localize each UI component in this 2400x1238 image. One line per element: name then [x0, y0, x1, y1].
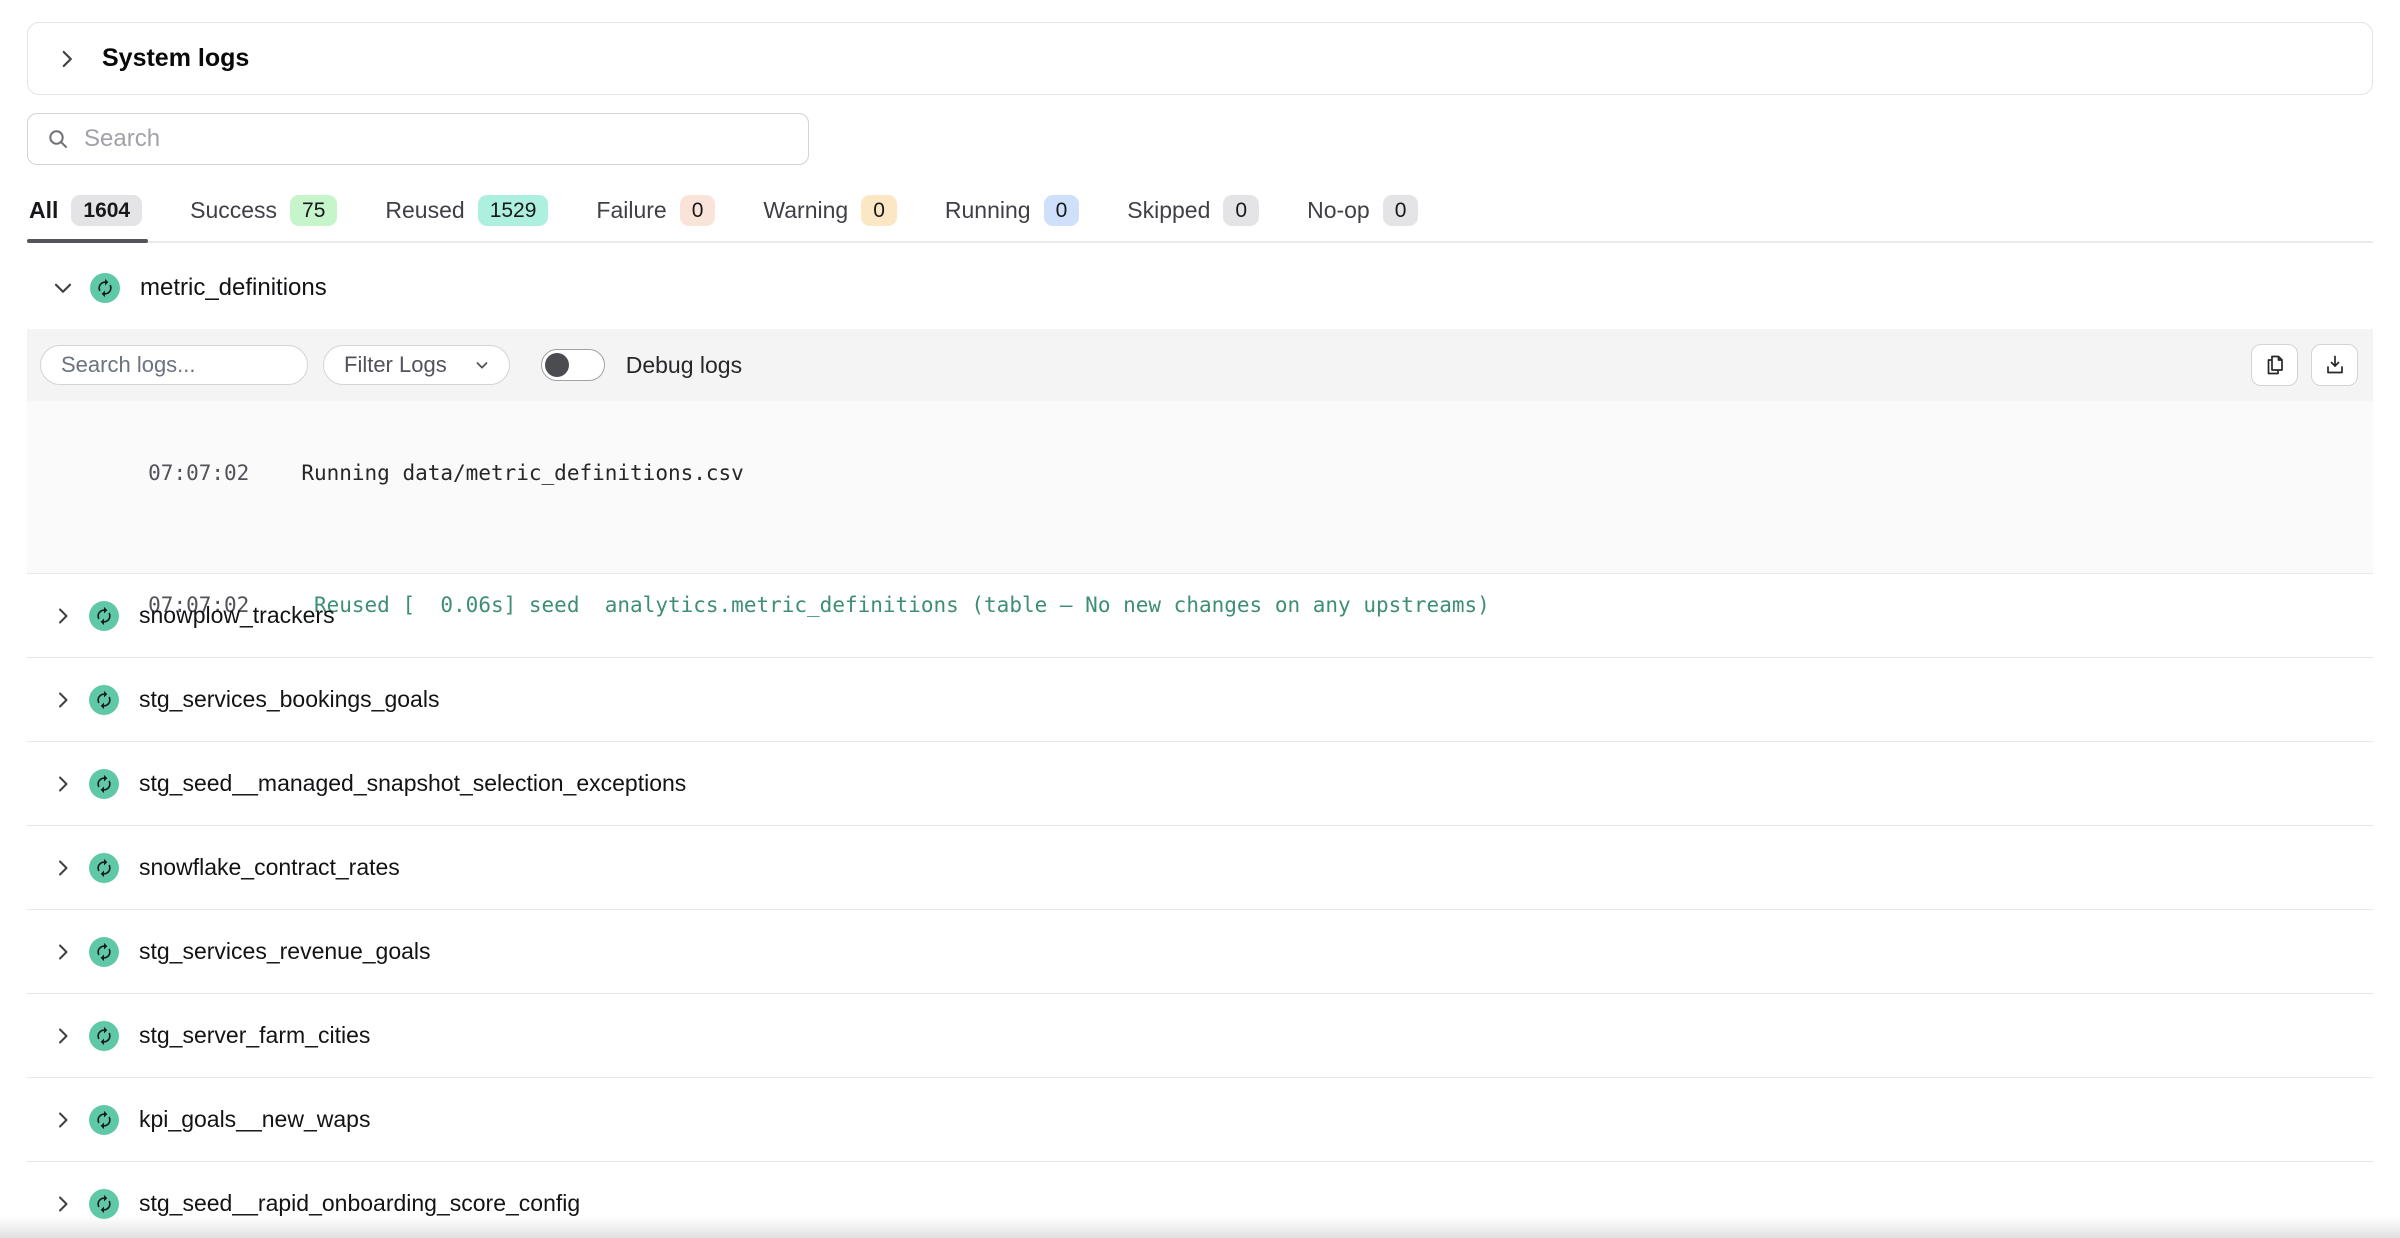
section-name: stg_services_bookings_goals: [139, 686, 439, 713]
copy-logs-button[interactable]: [2251, 344, 2298, 386]
global-search: [27, 113, 809, 165]
section-row-snowflake-contract-rates[interactable]: snowflake_contract_rates: [27, 825, 2373, 909]
toggle-knob: [545, 353, 569, 377]
tab-success[interactable]: Success 75: [188, 187, 343, 241]
chevron-right-icon: [51, 772, 75, 796]
log-message: Running data/metric_definitions.csv: [301, 461, 744, 485]
reused-sync-icon: [89, 1189, 119, 1219]
search-logs-input[interactable]: [61, 352, 287, 378]
log-line: 07:07:02 Running data/metric_definitions.…: [47, 407, 2373, 539]
search-icon: [46, 127, 70, 151]
section-name: kpi_goals__new_waps: [139, 1106, 370, 1133]
filter-logs-dropdown[interactable]: Filter Logs: [323, 345, 510, 385]
search-input[interactable]: [84, 125, 790, 153]
reused-sync-icon: [89, 853, 119, 883]
chevron-right-icon: [54, 46, 80, 72]
section-row-stg-services-bookings-goals[interactable]: stg_services_bookings_goals: [27, 657, 2373, 741]
tab-label: Success: [190, 197, 277, 224]
chevron-right-icon: [51, 1192, 75, 1216]
section-row-kpi-goals-new-waps[interactable]: kpi_goals__new_waps: [27, 1077, 2373, 1161]
tab-skipped[interactable]: Skipped 0: [1125, 187, 1265, 241]
tab-label: Reused: [385, 197, 464, 224]
log-timestamp: 07:07:02: [148, 461, 249, 485]
tab-count-badge: 1529: [478, 195, 549, 226]
chevron-down-icon: [473, 356, 491, 374]
tab-label: Warning: [763, 197, 848, 224]
tab-label: Failure: [596, 197, 666, 224]
section-row-stg-server-farm-cities[interactable]: stg_server_farm_cities: [27, 993, 2373, 1077]
section-name: stg_seed__managed_snapshot_selection_exc…: [139, 770, 686, 797]
system-logs-page: System logs All 1604 Success 75 Reused 1…: [0, 0, 2400, 1238]
download-logs-button[interactable]: [2311, 344, 2358, 386]
status-tabs: All 1604 Success 75 Reused 1529 Failure …: [27, 187, 2373, 243]
section-name: stg_server_farm_cities: [139, 1022, 370, 1049]
tab-failure[interactable]: Failure 0: [594, 187, 721, 241]
section-name: snowflake_contract_rates: [139, 854, 400, 881]
page-title: System logs: [102, 44, 249, 73]
tab-count-badge: 1604: [71, 195, 142, 226]
tab-running[interactable]: Running 0: [943, 187, 1085, 241]
tab-count-badge: 0: [1044, 195, 1080, 226]
tab-label: No-op: [1307, 197, 1370, 224]
tab-count-badge: 0: [1223, 195, 1259, 226]
section-row-stg-services-revenue-goals[interactable]: stg_services_revenue_goals: [27, 909, 2373, 993]
chevron-right-icon: [51, 856, 75, 880]
search-logs-field: [40, 345, 308, 385]
reused-sync-icon: [90, 273, 120, 303]
reused-sync-icon: [89, 937, 119, 967]
chevron-down-icon: [50, 275, 76, 301]
chevron-right-icon: [51, 688, 75, 712]
reused-sync-icon: [89, 1021, 119, 1051]
tab-count-badge: 0: [861, 195, 897, 226]
tab-no-op[interactable]: No-op 0: [1305, 187, 1424, 241]
system-logs-header[interactable]: System logs: [27, 22, 2373, 95]
tab-label: Skipped: [1127, 197, 1210, 224]
tab-all[interactable]: All 1604: [27, 187, 148, 241]
reused-sync-icon: [89, 1105, 119, 1135]
log-output: 07:07:02 Running data/metric_definitions.…: [27, 401, 2373, 573]
section-name: stg_services_revenue_goals: [139, 938, 431, 965]
reused-sync-icon: [89, 769, 119, 799]
tab-label: All: [29, 197, 58, 224]
debug-logs-toggle[interactable]: [541, 349, 605, 381]
section-name: metric_definitions: [140, 274, 327, 302]
chevron-right-icon: [51, 1024, 75, 1048]
section-name: stg_seed__rapid_onboarding_score_config: [139, 1190, 580, 1217]
tab-label: Running: [945, 197, 1031, 224]
toolbar-actions: [2251, 344, 2358, 386]
log-message: Reused [ 0.06s] seed analytics.metric_de…: [301, 593, 1489, 617]
expanded-section-metric-definitions: metric_definitions Filter Logs Debug log…: [27, 257, 2373, 573]
chevron-right-icon: [51, 1108, 75, 1132]
tab-count-badge: 0: [680, 195, 716, 226]
tab-warning[interactable]: Warning 0: [761, 187, 902, 241]
chevron-right-icon: [51, 604, 75, 628]
copy-icon: [2263, 353, 2287, 377]
debug-logs-label: Debug logs: [626, 352, 742, 379]
log-toolbar: Filter Logs Debug logs: [27, 329, 2373, 401]
section-header[interactable]: metric_definitions: [27, 257, 2373, 319]
tab-count-badge: 0: [1383, 195, 1419, 226]
section-name: snowplow_trackers: [139, 602, 335, 629]
tab-reused[interactable]: Reused 1529: [383, 187, 554, 241]
reused-sync-icon: [89, 685, 119, 715]
reused-sync-icon: [89, 601, 119, 631]
download-icon: [2323, 353, 2347, 377]
tab-count-badge: 75: [290, 195, 337, 226]
section-row-stg-seed-managed-snapshot-selection-exceptions[interactable]: stg_seed__managed_snapshot_selection_exc…: [27, 741, 2373, 825]
section-row-stg-seed-rapid-onboarding-score-config[interactable]: stg_seed__rapid_onboarding_score_config: [27, 1161, 2373, 1238]
chevron-right-icon: [51, 940, 75, 964]
filter-logs-label: Filter Logs: [344, 352, 447, 378]
